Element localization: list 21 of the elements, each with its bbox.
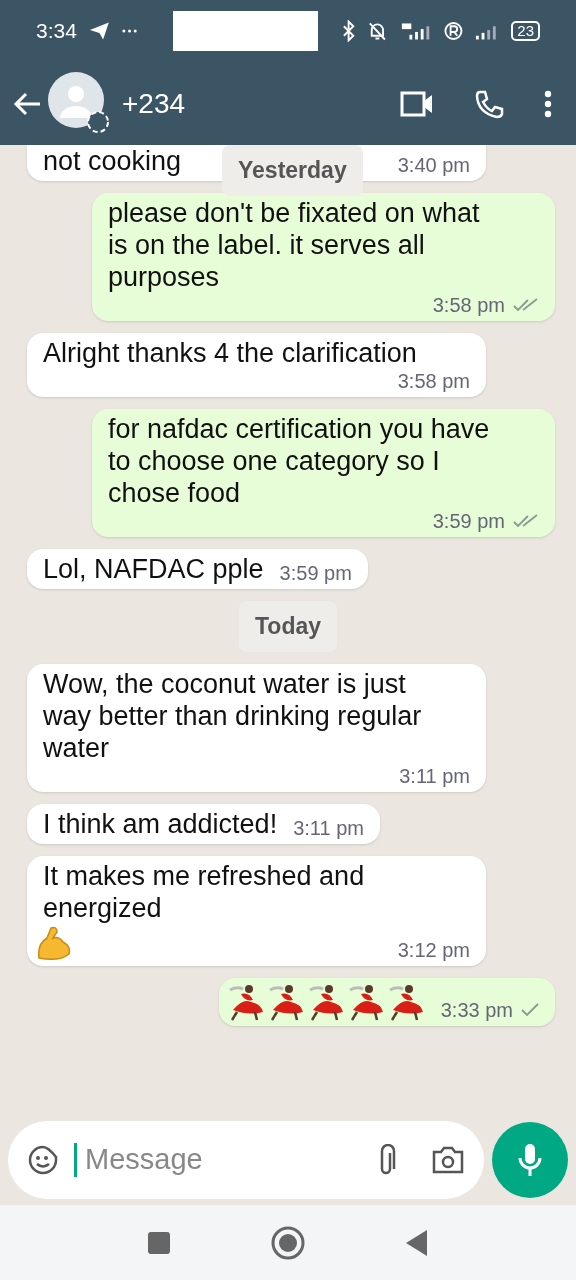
message-time: 3:11 pm	[293, 815, 364, 840]
floating-date-toast: Yesterday	[222, 145, 363, 196]
message-time: 3:59 pm	[432, 509, 505, 533]
message-text: for nafdac certification you have to choose one category so I chose food	[108, 413, 491, 509]
message-text: Lol, NAFDAC pple	[43, 553, 264, 585]
message-text: please don't be fixated on what is on the label. it serves all purposes	[108, 197, 481, 293]
message-time: 3:11 pm	[399, 763, 470, 788]
date-chip: Today	[239, 601, 337, 652]
message-time: 3:12 pm	[397, 937, 470, 962]
message-text: I think am addicted!	[43, 807, 278, 840]
message-time: 3:58 pm	[397, 369, 470, 393]
status-time: 3:34	[36, 18, 77, 45]
battery-indicator: 23	[511, 21, 540, 41]
message-text: not cooking	[43, 145, 182, 177]
message-text: It makes me refreshed and energized	[43, 859, 366, 924]
message-time: 3:40 pm	[397, 153, 470, 177]
message-time: 3:59 pm	[279, 561, 352, 585]
message-text: Wow, the coconut water is just way better than drinking regular water	[43, 667, 423, 764]
message-time: 3:58 pm	[432, 293, 505, 317]
message-time: 3:33 pm	[440, 997, 513, 1022]
message-text: Alright thanks 4 the clarification	[43, 337, 417, 369]
